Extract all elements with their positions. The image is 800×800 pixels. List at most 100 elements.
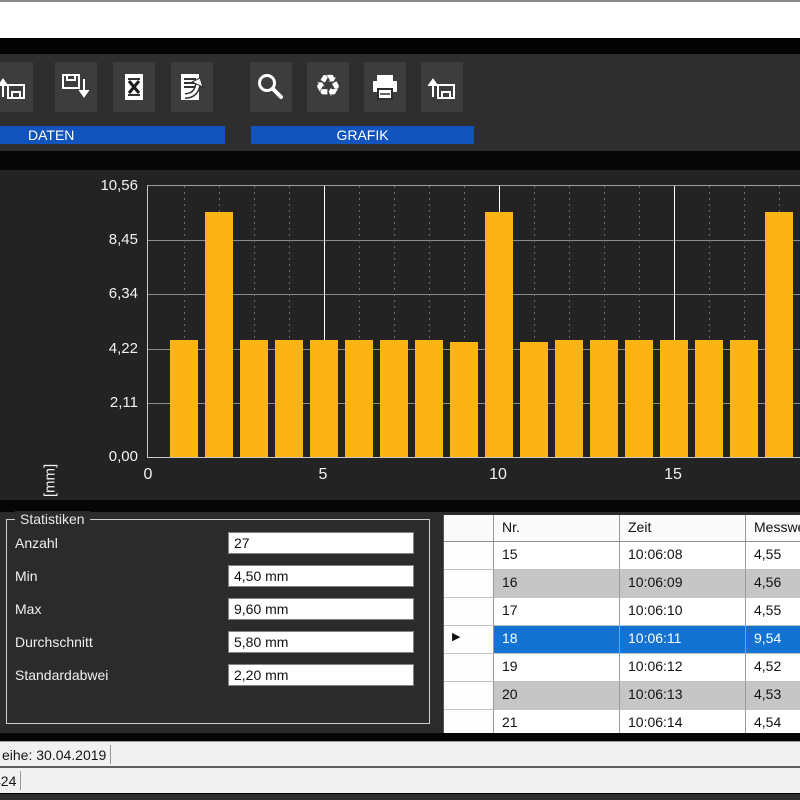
bar-6 [345, 340, 373, 457]
cell-zeit: 10:06:13 [620, 682, 746, 710]
measurement-bar-chart: [mm] 0,002,114,226,348,4510,56 051015 [0, 170, 800, 500]
row-header-cell [444, 654, 494, 682]
table-bottom-separator [0, 733, 800, 741]
bar-9 [450, 342, 478, 457]
cell-zeit: 10:06:11 [620, 626, 746, 654]
app-window: ♻ DATEN GRAFIK [mm] 0,002,114,226,348,45… [0, 0, 800, 800]
table-row[interactable]: 2010:06:134,53 [444, 682, 800, 710]
table-row[interactable]: 1610:06:094,56 [444, 570, 800, 598]
bar-4 [275, 340, 303, 457]
stat-label: Anzahl [15, 535, 58, 551]
col-header-messwert: Messwert [746, 515, 800, 542]
recycle-icon: ♻ [315, 72, 342, 102]
load-data-button[interactable] [0, 62, 33, 112]
device-id-text: 424 [0, 773, 16, 789]
stat-row-durchschnitt: Durchschnitt [7, 631, 429, 655]
table-row[interactable]: ▶1810:06:119,54 [444, 626, 800, 654]
print-icon [368, 70, 402, 104]
statusbar-separator [20, 771, 21, 790]
series-date-text: eihe: 30.04.2019 [2, 747, 106, 763]
table-header-row[interactable]: Nr.ZeitMesswert [444, 515, 800, 542]
bottom-panel: Statistiken AnzahlMinMaxDurchschnittStan… [0, 512, 800, 733]
bar-2 [205, 212, 233, 457]
zoom-icon [254, 70, 288, 104]
bar-15 [660, 340, 688, 457]
bar-1 [170, 340, 198, 457]
save-data-button[interactable] [55, 62, 97, 112]
measurement-table[interactable]: Nr.ZeitMesswert1510:06:084,551610:06:094… [443, 515, 800, 736]
cell-messwert: 4,56 [746, 570, 800, 598]
row-header-cell [444, 570, 494, 598]
stat-value-field[interactable] [228, 565, 414, 587]
y-axis-label: [mm] [42, 461, 59, 501]
x-tick-label: 0 [128, 466, 168, 484]
delete-data-icon [117, 70, 151, 104]
bar-10 [485, 212, 513, 457]
y-tick-label: 8,45 [86, 231, 138, 248]
row-header-cell [444, 682, 494, 710]
recycle-button[interactable]: ♻ [307, 62, 349, 112]
cell-nr: 18 [494, 626, 620, 654]
chart-bottom-separator [0, 500, 800, 512]
cell-zeit: 10:06:09 [620, 570, 746, 598]
cell-nr: 19 [494, 654, 620, 682]
export-data-icon [175, 70, 209, 104]
cell-messwert: 4,55 [746, 542, 800, 570]
print-button[interactable] [364, 62, 406, 112]
h-gridline [148, 240, 800, 241]
y-tick-label: 2,11 [86, 394, 138, 411]
toolbar-separator [0, 151, 800, 170]
stat-value-field[interactable] [228, 631, 414, 653]
bar-18 [765, 212, 793, 457]
bar-11 [520, 342, 548, 457]
row-header-corner [444, 515, 494, 542]
statistics-groupbox: Statistiken AnzahlMinMaxDurchschnittStan… [6, 519, 430, 724]
stat-label: Min [15, 568, 38, 584]
zoom-button[interactable] [250, 62, 292, 112]
stat-value-field[interactable] [228, 598, 414, 620]
row-header-cell [444, 598, 494, 626]
toolbar: ♻ DATEN GRAFIK [0, 54, 800, 151]
window-titlebar [0, 2, 800, 38]
stat-label: Durchschnitt [15, 634, 93, 650]
cell-nr: 17 [494, 598, 620, 626]
stat-row-max: Max [7, 598, 429, 622]
stat-row-anzahl: Anzahl [7, 532, 429, 556]
cell-zeit: 10:06:08 [620, 542, 746, 570]
stat-label: Standardabwei [15, 667, 108, 683]
save-graphic-icon [425, 70, 459, 104]
cell-messwert: 4,53 [746, 682, 800, 710]
table-row[interactable]: 1510:06:084,55 [444, 542, 800, 570]
row-header-cell: ▶ [444, 626, 494, 654]
table-row[interactable]: 1710:06:104,55 [444, 598, 800, 626]
y-tick-label: 6,34 [86, 285, 138, 302]
daten-group-label: DATEN [0, 126, 225, 144]
cell-messwert: 4,55 [746, 598, 800, 626]
cell-messwert: 9,54 [746, 626, 800, 654]
stat-value-field[interactable] [228, 532, 414, 554]
cell-zeit: 10:06:12 [620, 654, 746, 682]
save-graphic-button[interactable] [421, 62, 463, 112]
y-tick-label: 10,56 [86, 177, 138, 194]
cell-nr: 20 [494, 682, 620, 710]
y-tick-label: 4,22 [86, 340, 138, 357]
bar-17 [730, 340, 758, 457]
bar-12 [555, 340, 583, 457]
h-gridline [148, 294, 800, 295]
stat-label: Max [15, 601, 41, 617]
table-row[interactable]: 1910:06:124,52 [444, 654, 800, 682]
bar-13 [590, 340, 618, 457]
chart-plot-area [147, 185, 800, 458]
load-data-icon [0, 70, 29, 104]
cell-messwert: 4,52 [746, 654, 800, 682]
col-header-zeit: Zeit [620, 515, 746, 542]
bar-5 [310, 340, 338, 457]
row-header-cell [444, 542, 494, 570]
stat-value-field[interactable] [228, 664, 414, 686]
window-footer [0, 793, 800, 800]
menu-strip [0, 38, 800, 54]
export-data-button[interactable] [171, 62, 213, 112]
statusbar-separator [110, 745, 111, 764]
bar-8 [415, 340, 443, 457]
delete-data-button[interactable] [113, 62, 155, 112]
